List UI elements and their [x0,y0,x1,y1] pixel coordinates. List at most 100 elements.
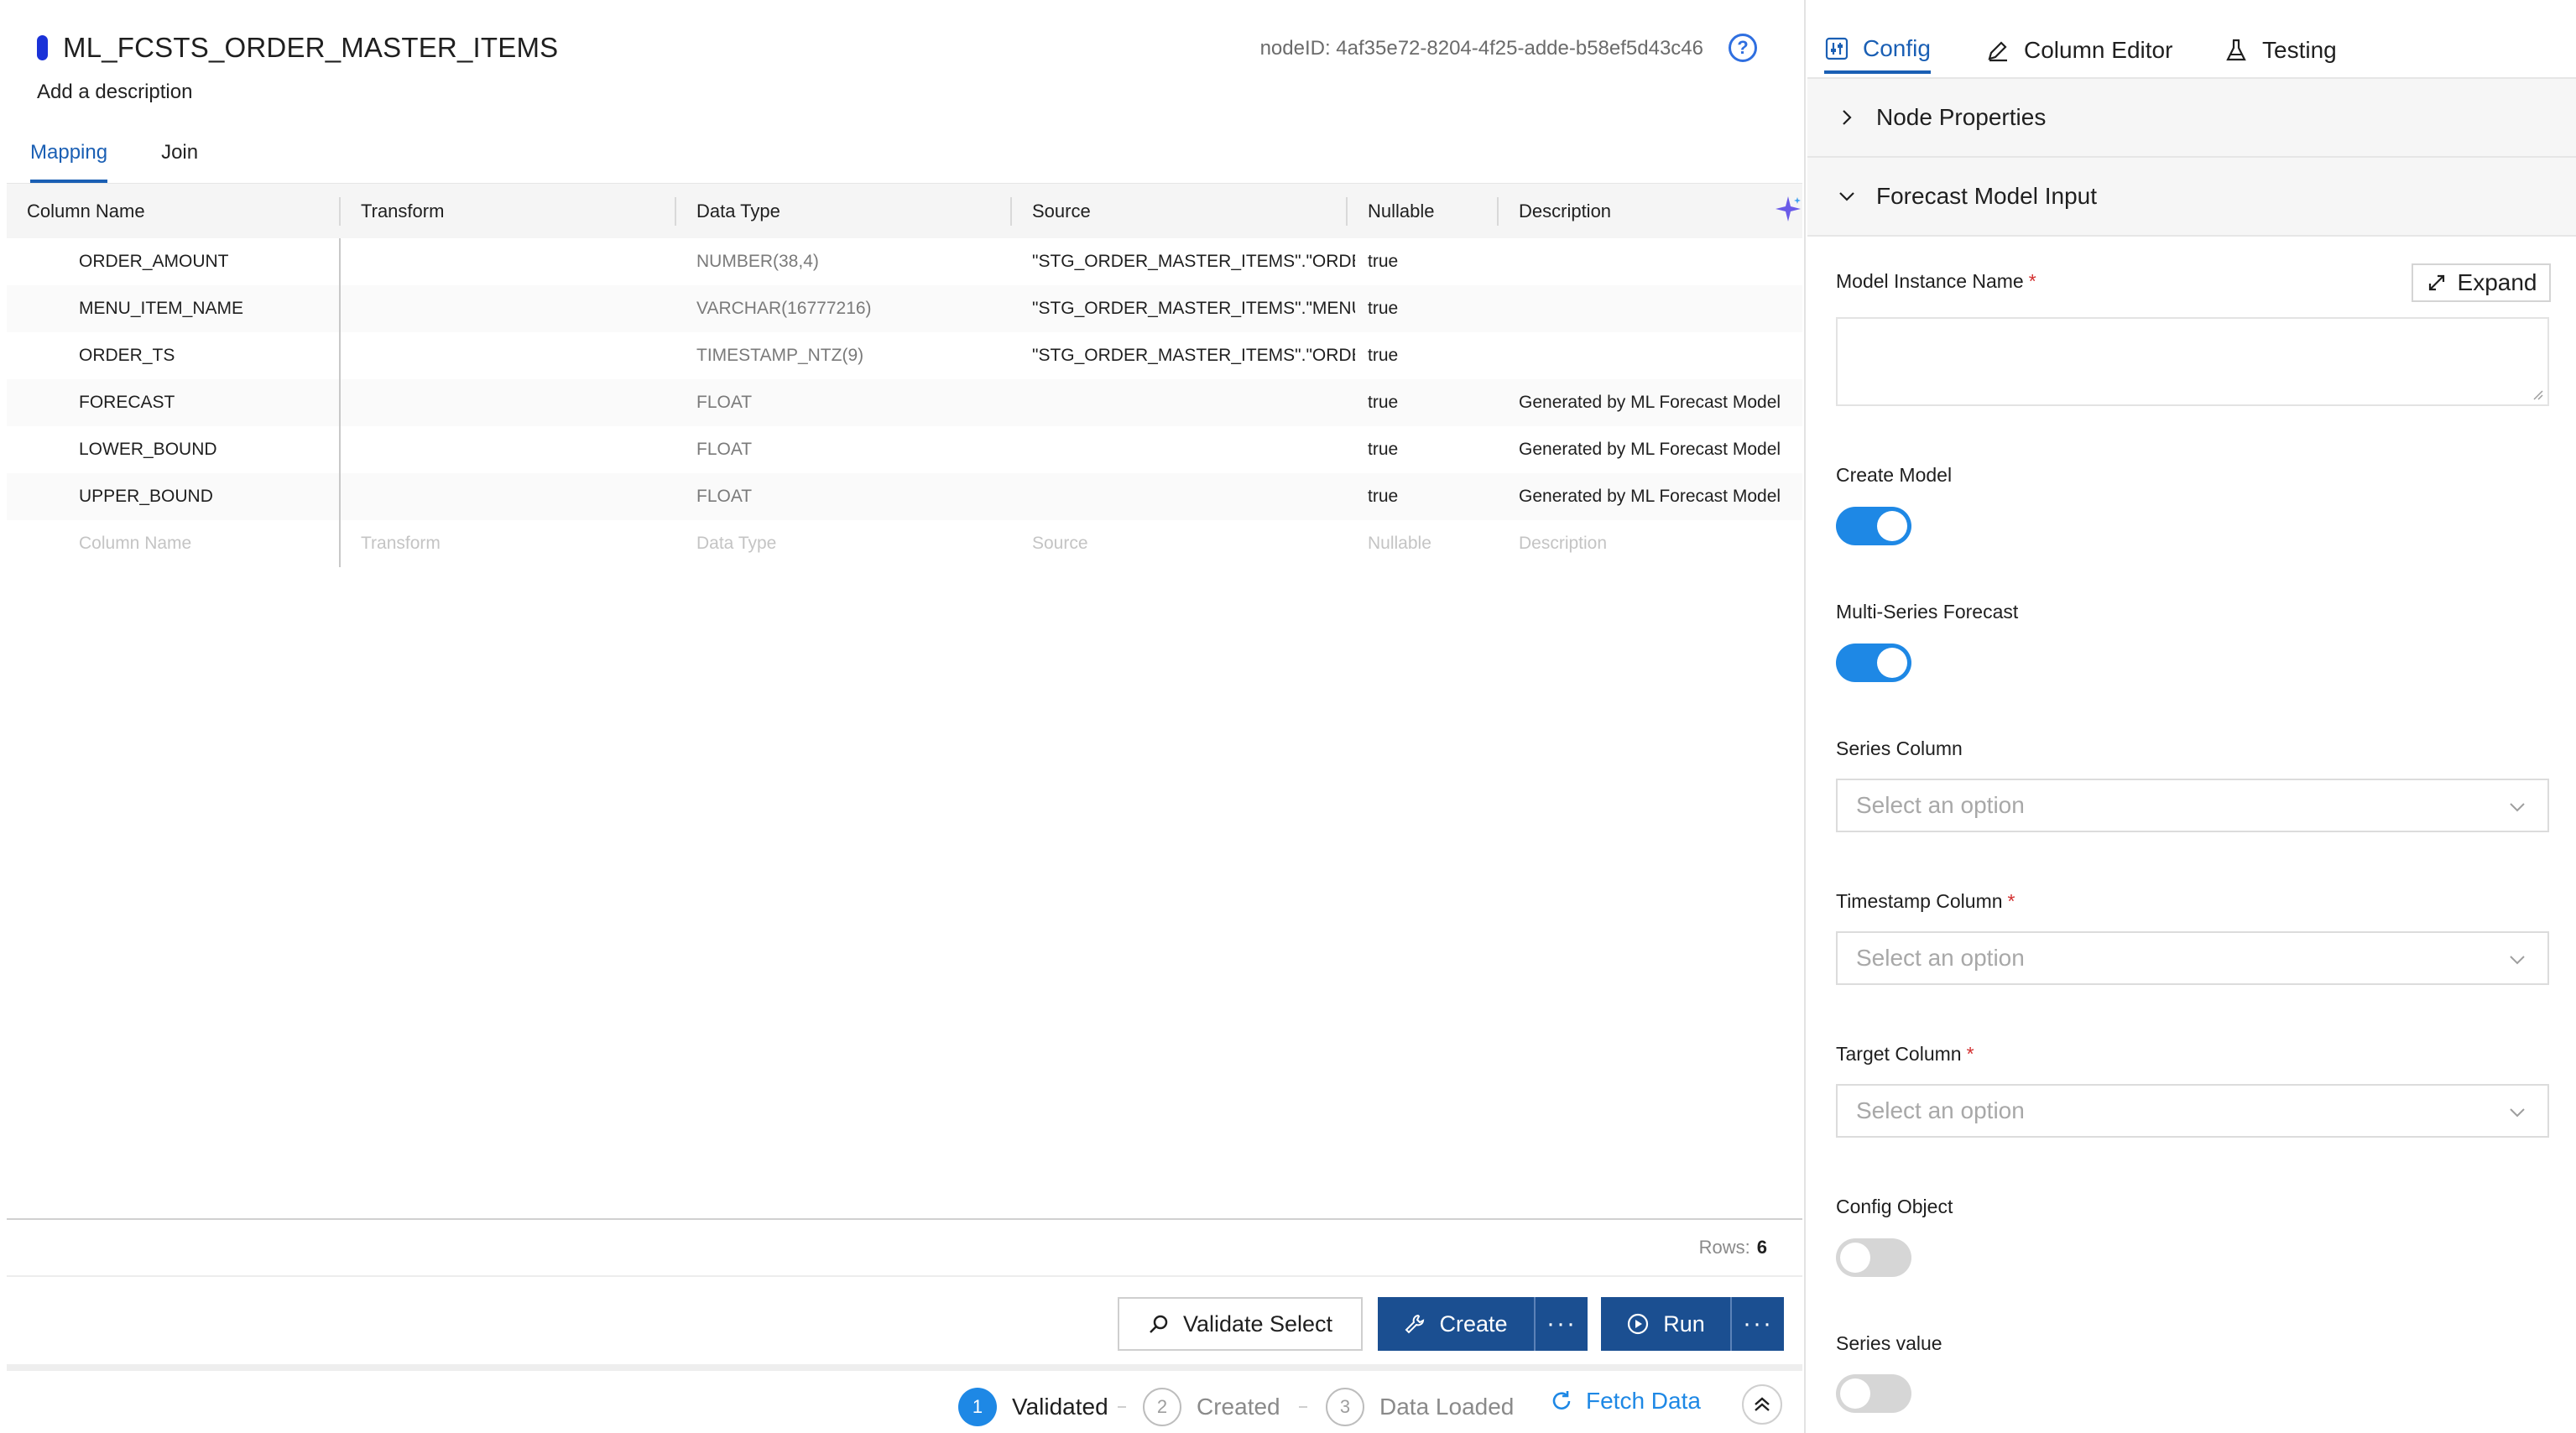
series-column-label: Series Column [1836,737,1963,759]
tab-column-editor[interactable]: Column Editor [1985,27,2172,74]
help-icon[interactable]: ? [1729,34,1757,62]
node-description[interactable]: Add a description [37,81,192,104]
model-instance-name-input[interactable] [1836,317,2549,406]
header-source[interactable]: Source [1032,184,1091,239]
table-row[interactable]: FORECAST FLOAT true Generated by ML Fore… [7,379,1802,426]
cell-description[interactable] [1519,238,1804,285]
header-transform[interactable]: Transform [361,184,444,239]
new-transform-input[interactable]: Transform [361,520,680,567]
expand-button[interactable]: Expand [2412,263,2551,302]
cell-data-type[interactable]: FLOAT [696,473,1007,520]
transform-column-divider [339,238,341,567]
table-row[interactable]: MENU_ITEM_NAME VARCHAR(16777216) "STG_OR… [7,285,1802,332]
cell-column-name[interactable]: LOWER_BOUND [79,426,331,473]
new-column-name-input[interactable]: Column Name [79,520,331,567]
column-divider[interactable] [1497,197,1499,226]
series-value-toggle[interactable] [1836,1374,1911,1413]
step-label: Created [1197,1394,1280,1420]
collapse-panel-button[interactable] [1742,1384,1782,1425]
new-data-type-input[interactable]: Data Type [696,520,1007,567]
resize-handle-icon[interactable] [2532,389,2544,401]
cell-data-type[interactable]: VARCHAR(16777216) [696,285,1007,332]
step-number: 3 [1326,1388,1364,1426]
cell-nullable[interactable]: true [1368,473,1502,520]
run-more-button[interactable]: ··· [1730,1297,1784,1351]
forecast-model-input-section[interactable]: Forecast Model Input [1807,158,2576,237]
multi-series-forecast-toggle[interactable] [1836,644,1911,682]
step-connector [1299,1406,1307,1408]
column-divider[interactable] [675,197,676,226]
forecast-model-input-label: Forecast Model Input [1876,183,2098,209]
cell-data-type[interactable]: NUMBER(38,4) [696,238,1007,285]
run-button[interactable]: Run [1601,1297,1730,1351]
cell-description[interactable] [1519,332,1804,379]
fetch-data-button[interactable]: Fetch Data [1549,1388,1701,1415]
cell-nullable[interactable]: true [1368,332,1502,379]
create-more-button[interactable]: ··· [1534,1297,1588,1351]
cell-nullable[interactable]: true [1368,285,1502,332]
select-placeholder: Select an option [1856,1097,2025,1123]
ai-sparkle-icon[interactable] [1774,195,1802,223]
validate-select-button[interactable]: Validate Select [1118,1297,1363,1351]
node-properties-label: Node Properties [1876,104,2047,130]
timestamp-column-select[interactable]: Select an option [1836,931,2549,985]
cell-data-type[interactable]: TIMESTAMP_NTZ(9) [696,332,1007,379]
table-row[interactable]: LOWER_BOUND FLOAT true Generated by ML F… [7,426,1802,473]
header-column-name[interactable]: Column Name [27,184,145,239]
select-placeholder: Select an option [1856,792,2025,818]
tab-config[interactable]: Config [1824,27,1931,74]
config-object-toggle[interactable] [1836,1238,1911,1277]
cell-source[interactable]: "STG_ORDER_MASTER_ITEMS"."ORDEI [1032,238,1355,285]
column-divider[interactable] [1010,197,1012,226]
column-divider[interactable] [339,197,341,226]
cell-column-name[interactable]: MENU_ITEM_NAME [79,285,331,332]
header-nullable[interactable]: Nullable [1368,184,1435,239]
toggle-knob [1840,1243,1870,1273]
expand-label: Expand [2457,269,2537,295]
cell-data-type[interactable]: FLOAT [696,379,1007,426]
new-description-input[interactable]: Description [1519,520,1804,567]
cell-description[interactable]: Generated by ML Forecast Model [1519,379,1804,426]
timestamp-column-label: Timestamp Column * [1836,890,2015,913]
create-model-toggle[interactable] [1836,507,1911,545]
cell-source[interactable]: "STG_ORDER_MASTER_ITEMS"."ORDEI [1032,332,1355,379]
create-button[interactable]: Create [1378,1297,1534,1351]
node-title[interactable]: ML_FCSTS_ORDER_MASTER_ITEMS [63,32,558,64]
node-properties-section[interactable]: Node Properties [1807,79,2576,158]
new-column-row[interactable]: Column Name Transform Data Type Source N… [7,520,1802,567]
tab-join[interactable]: Join [161,138,198,183]
cell-source[interactable]: "STG_ORDER_MASTER_ITEMS"."MENU [1032,285,1355,332]
series-value-label: Series value [1836,1332,1942,1354]
header-description[interactable]: Description [1519,184,1611,239]
sliders-icon [1825,37,1849,60]
table-row[interactable]: UPPER_BOUND FLOAT true Generated by ML F… [7,473,1802,520]
cell-nullable[interactable]: true [1368,379,1502,426]
cell-source[interactable] [1032,473,1355,520]
target-column-select[interactable]: Select an option [1836,1084,2549,1138]
cell-data-type[interactable]: FLOAT [696,426,1007,473]
table-row[interactable]: ORDER_AMOUNT NUMBER(38,4) "STG_ORDER_MAS… [7,238,1802,285]
cell-description[interactable]: Generated by ML Forecast Model [1519,426,1804,473]
cell-source[interactable] [1032,426,1355,473]
step-label: Validated [1012,1394,1108,1420]
new-nullable-input[interactable]: Nullable [1368,520,1502,567]
cell-column-name[interactable]: FORECAST [79,379,331,426]
cell-description[interactable]: Generated by ML Forecast Model [1519,473,1804,520]
cell-column-name[interactable]: ORDER_AMOUNT [79,238,331,285]
tab-testing[interactable]: Testing [2224,27,2337,74]
cell-column-name[interactable]: ORDER_TS [79,332,331,379]
new-source-input[interactable]: Source [1032,520,1355,567]
series-column-select[interactable]: Select an option [1836,779,2549,832]
cell-column-name[interactable]: UPPER_BOUND [79,473,331,520]
node-title-row: ML_FCSTS_ORDER_MASTER_ITEMS [37,32,558,64]
table-row[interactable]: ORDER_TS TIMESTAMP_NTZ(9) "STG_ORDER_MAS… [7,332,1802,379]
cell-source[interactable] [1032,379,1355,426]
tab-mapping[interactable]: Mapping [30,138,108,183]
column-divider[interactable] [1346,197,1348,226]
cell-nullable[interactable]: true [1368,426,1502,473]
cell-description[interactable] [1519,285,1804,332]
cell-nullable[interactable]: true [1368,238,1502,285]
required-mark: * [2028,270,2036,292]
header-data-type[interactable]: Data Type [696,184,780,239]
toggle-knob [1877,648,1907,678]
